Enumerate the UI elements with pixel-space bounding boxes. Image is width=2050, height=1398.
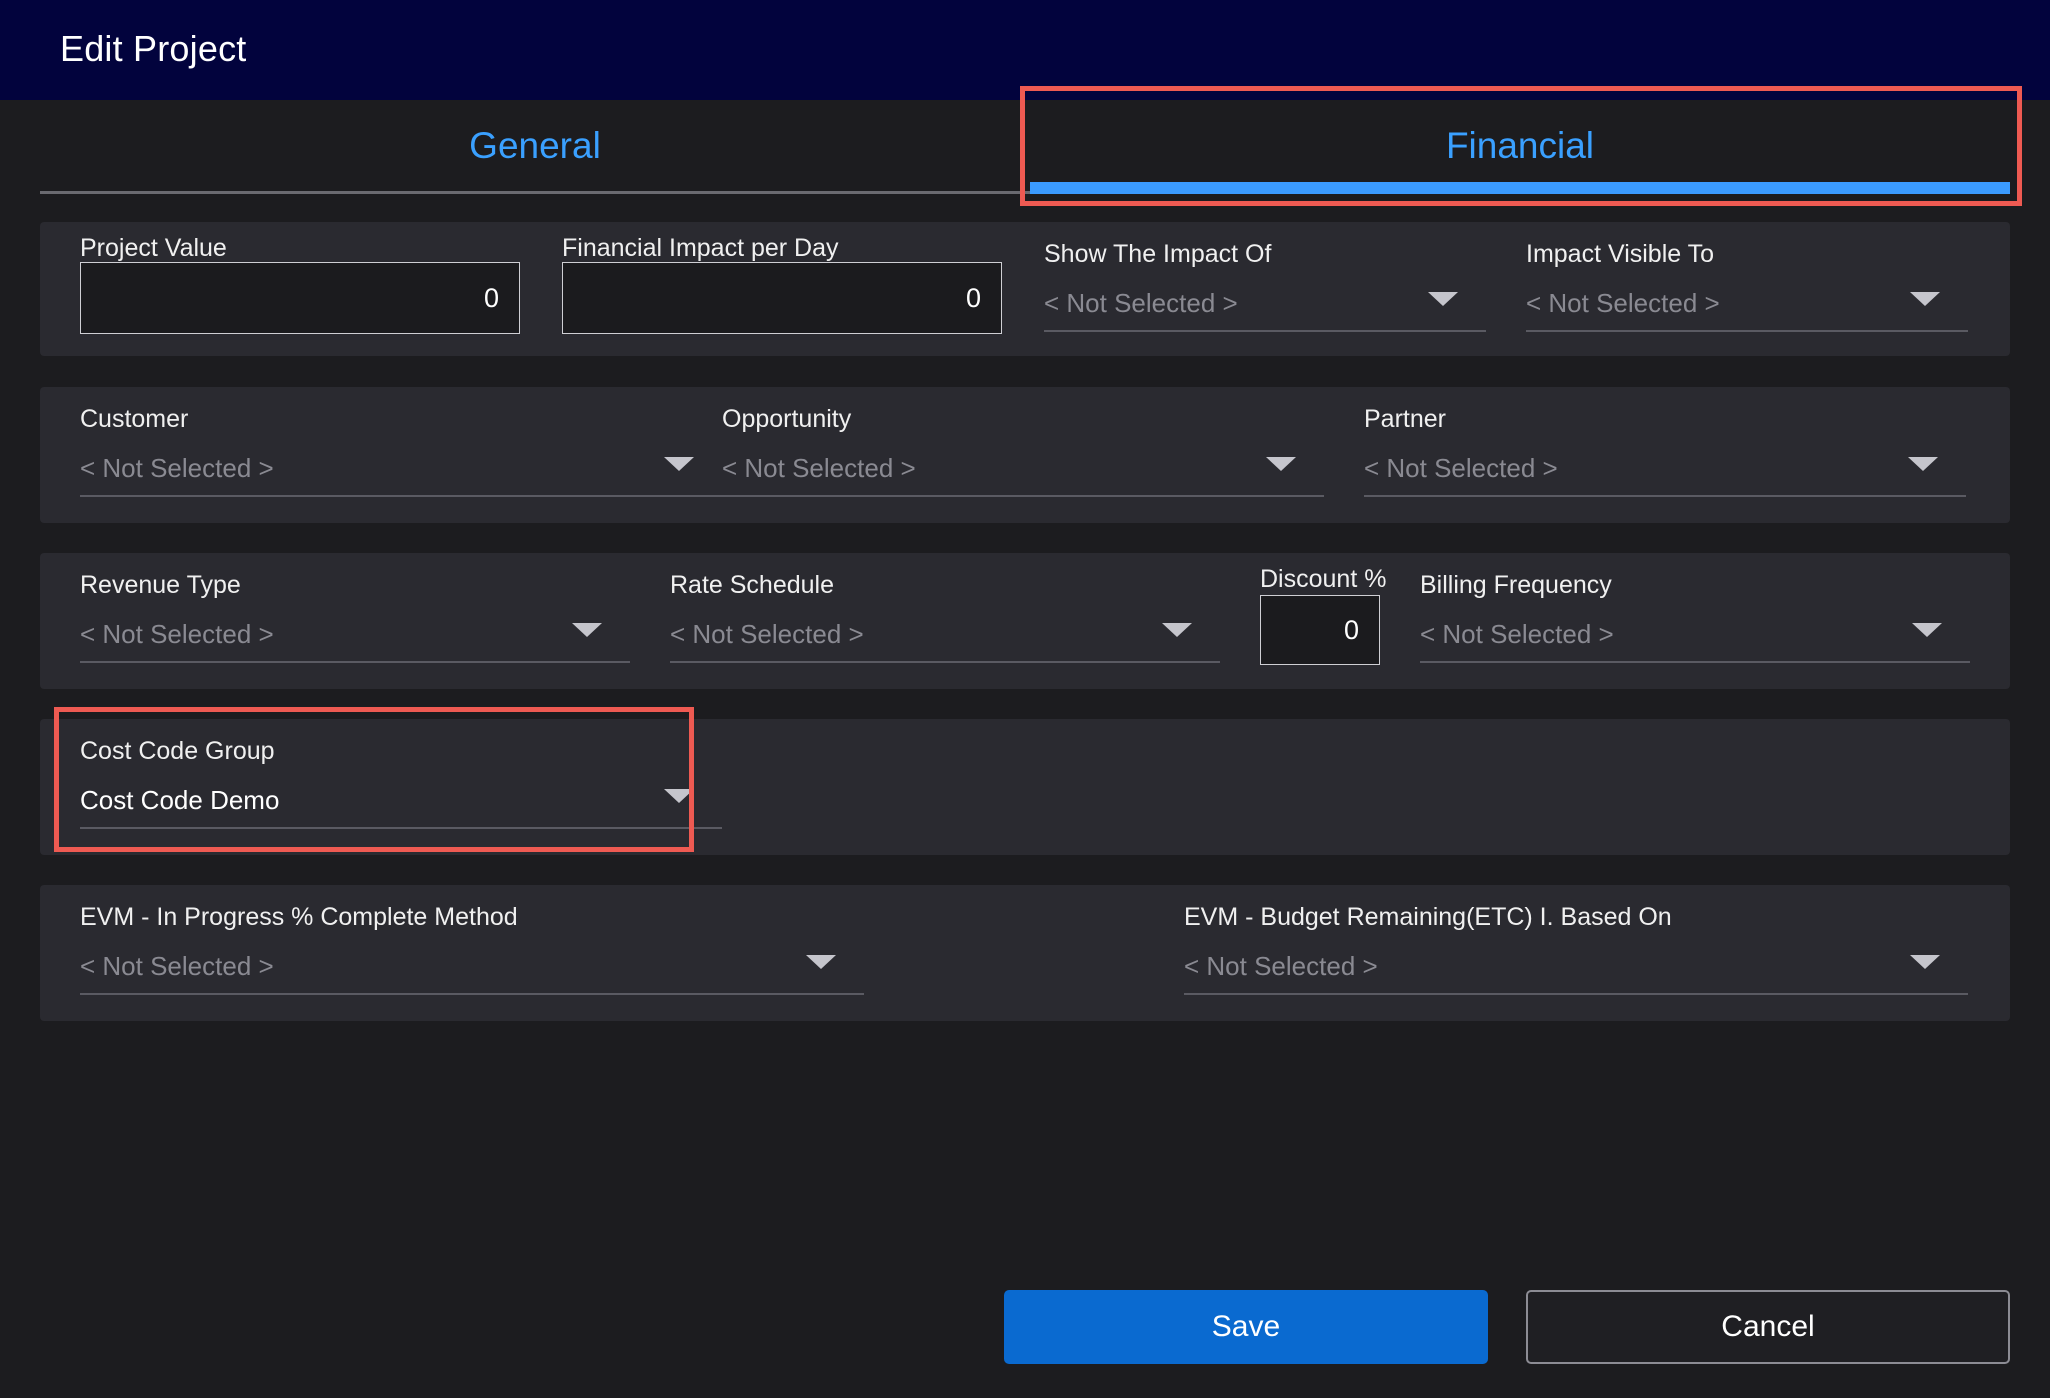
panel-cost-code: Cost Code Group Cost Code Demo xyxy=(40,719,2010,855)
impact-visible-to-label: Impact Visible To xyxy=(1526,240,1715,268)
field-billing-frequency: Billing Frequency < Not Selected > xyxy=(1420,553,1970,689)
partner-label: Partner xyxy=(1364,405,1446,433)
chevron-down-icon xyxy=(1908,457,1938,471)
field-show-impact-of: Show The Impact Of < Not Selected > xyxy=(1044,222,1486,356)
show-impact-of-label: Show The Impact Of xyxy=(1044,240,1272,268)
panel-billing: Revenue Type < Not Selected > Rate Sched… xyxy=(40,553,2010,689)
field-evm-budget-remaining: EVM - Budget Remaining(ETC) I. Based On … xyxy=(1184,885,1968,1021)
chevron-down-icon xyxy=(1910,292,1940,306)
rate-schedule-value: < Not Selected > xyxy=(670,619,864,649)
field-cost-code-group: Cost Code Group Cost Code Demo xyxy=(80,719,722,855)
field-partner: Partner < Not Selected > xyxy=(1364,387,1966,523)
rate-schedule-label: Rate Schedule xyxy=(670,571,835,599)
panel-evm: EVM - In Progress % Complete Method < No… xyxy=(40,885,2010,1021)
evm-budget-remaining-label: EVM - Budget Remaining(ETC) I. Based On xyxy=(1184,903,1672,931)
customer-select[interactable]: < Not Selected > xyxy=(80,445,722,497)
show-impact-of-select[interactable]: < Not Selected > xyxy=(1044,280,1486,332)
partner-select[interactable]: < Not Selected > xyxy=(1364,445,1966,497)
project-value-label: Project Value xyxy=(80,234,227,262)
field-customer: Customer < Not Selected > xyxy=(80,387,722,523)
chevron-down-icon xyxy=(1162,623,1192,637)
revenue-type-value: < Not Selected > xyxy=(80,619,274,649)
evm-budget-remaining-value: < Not Selected > xyxy=(1184,951,1378,981)
chevron-down-icon xyxy=(1266,457,1296,471)
field-financial-impact: Financial Impact per Day 0 xyxy=(562,222,1002,356)
panel-values: Project Value 0 Financial Impact per Day… xyxy=(40,222,2010,356)
chevron-down-icon xyxy=(572,623,602,637)
evm-budget-remaining-select[interactable]: < Not Selected > xyxy=(1184,943,1968,995)
billing-frequency-value: < Not Selected > xyxy=(1420,619,1614,649)
show-impact-of-value: < Not Selected > xyxy=(1044,288,1238,318)
opportunity-value: < Not Selected > xyxy=(722,453,916,483)
tab-bar: General Financial xyxy=(40,100,2010,200)
customer-value: < Not Selected > xyxy=(80,453,274,483)
save-button[interactable]: Save xyxy=(1004,1290,1488,1364)
field-impact-visible-to: Impact Visible To < Not Selected > xyxy=(1526,222,1968,356)
opportunity-label: Opportunity xyxy=(722,405,852,433)
impact-visible-to-select[interactable]: < Not Selected > xyxy=(1526,280,1968,332)
evm-complete-method-label: EVM - In Progress % Complete Method xyxy=(80,903,518,931)
cancel-button[interactable]: Cancel xyxy=(1526,1290,2010,1364)
financial-impact-label: Financial Impact per Day xyxy=(562,234,839,262)
chevron-down-icon xyxy=(806,955,836,969)
impact-visible-to-value: < Not Selected > xyxy=(1526,288,1720,318)
billing-frequency-select[interactable]: < Not Selected > xyxy=(1420,611,1970,663)
field-opportunity: Opportunity < Not Selected > xyxy=(722,387,1324,523)
cost-code-group-label: Cost Code Group xyxy=(80,737,275,765)
evm-complete-method-select[interactable]: < Not Selected > xyxy=(80,943,864,995)
discount-input[interactable]: 0 xyxy=(1260,595,1380,665)
revenue-type-select[interactable]: < Not Selected > xyxy=(80,611,630,663)
revenue-type-label: Revenue Type xyxy=(80,571,241,599)
chevron-down-icon xyxy=(1428,292,1458,306)
chevron-down-icon xyxy=(664,457,694,471)
discount-label: Discount % xyxy=(1260,565,1387,593)
cost-code-group-value: Cost Code Demo xyxy=(80,785,280,815)
field-rate-schedule: Rate Schedule < Not Selected > xyxy=(670,553,1220,689)
chevron-down-icon xyxy=(1910,955,1940,969)
rate-schedule-select[interactable]: < Not Selected > xyxy=(670,611,1220,663)
chevron-down-icon xyxy=(1912,623,1942,637)
chevron-down-icon xyxy=(664,789,694,803)
dialog-title: Edit Project xyxy=(60,28,247,69)
tab-general[interactable]: General xyxy=(40,100,1030,194)
dialog-titlebar: Edit Project xyxy=(0,0,2050,100)
tab-financial[interactable]: Financial xyxy=(1030,100,2010,194)
field-revenue-type: Revenue Type < Not Selected > xyxy=(80,553,630,689)
cost-code-group-select[interactable]: Cost Code Demo xyxy=(80,777,722,829)
field-discount: Discount % 0 xyxy=(1260,553,1386,689)
evm-complete-method-value: < Not Selected > xyxy=(80,951,274,981)
billing-frequency-label: Billing Frequency xyxy=(1420,571,1612,599)
opportunity-select[interactable]: < Not Selected > xyxy=(722,445,1324,497)
panel-relations: Customer < Not Selected > Opportunity < … xyxy=(40,387,2010,523)
field-evm-complete-method: EVM - In Progress % Complete Method < No… xyxy=(80,885,864,1021)
customer-label: Customer xyxy=(80,405,189,433)
field-project-value: Project Value 0 xyxy=(80,222,520,356)
financial-impact-input[interactable]: 0 xyxy=(562,262,1002,334)
project-value-input[interactable]: 0 xyxy=(80,262,520,334)
partner-value: < Not Selected > xyxy=(1364,453,1558,483)
